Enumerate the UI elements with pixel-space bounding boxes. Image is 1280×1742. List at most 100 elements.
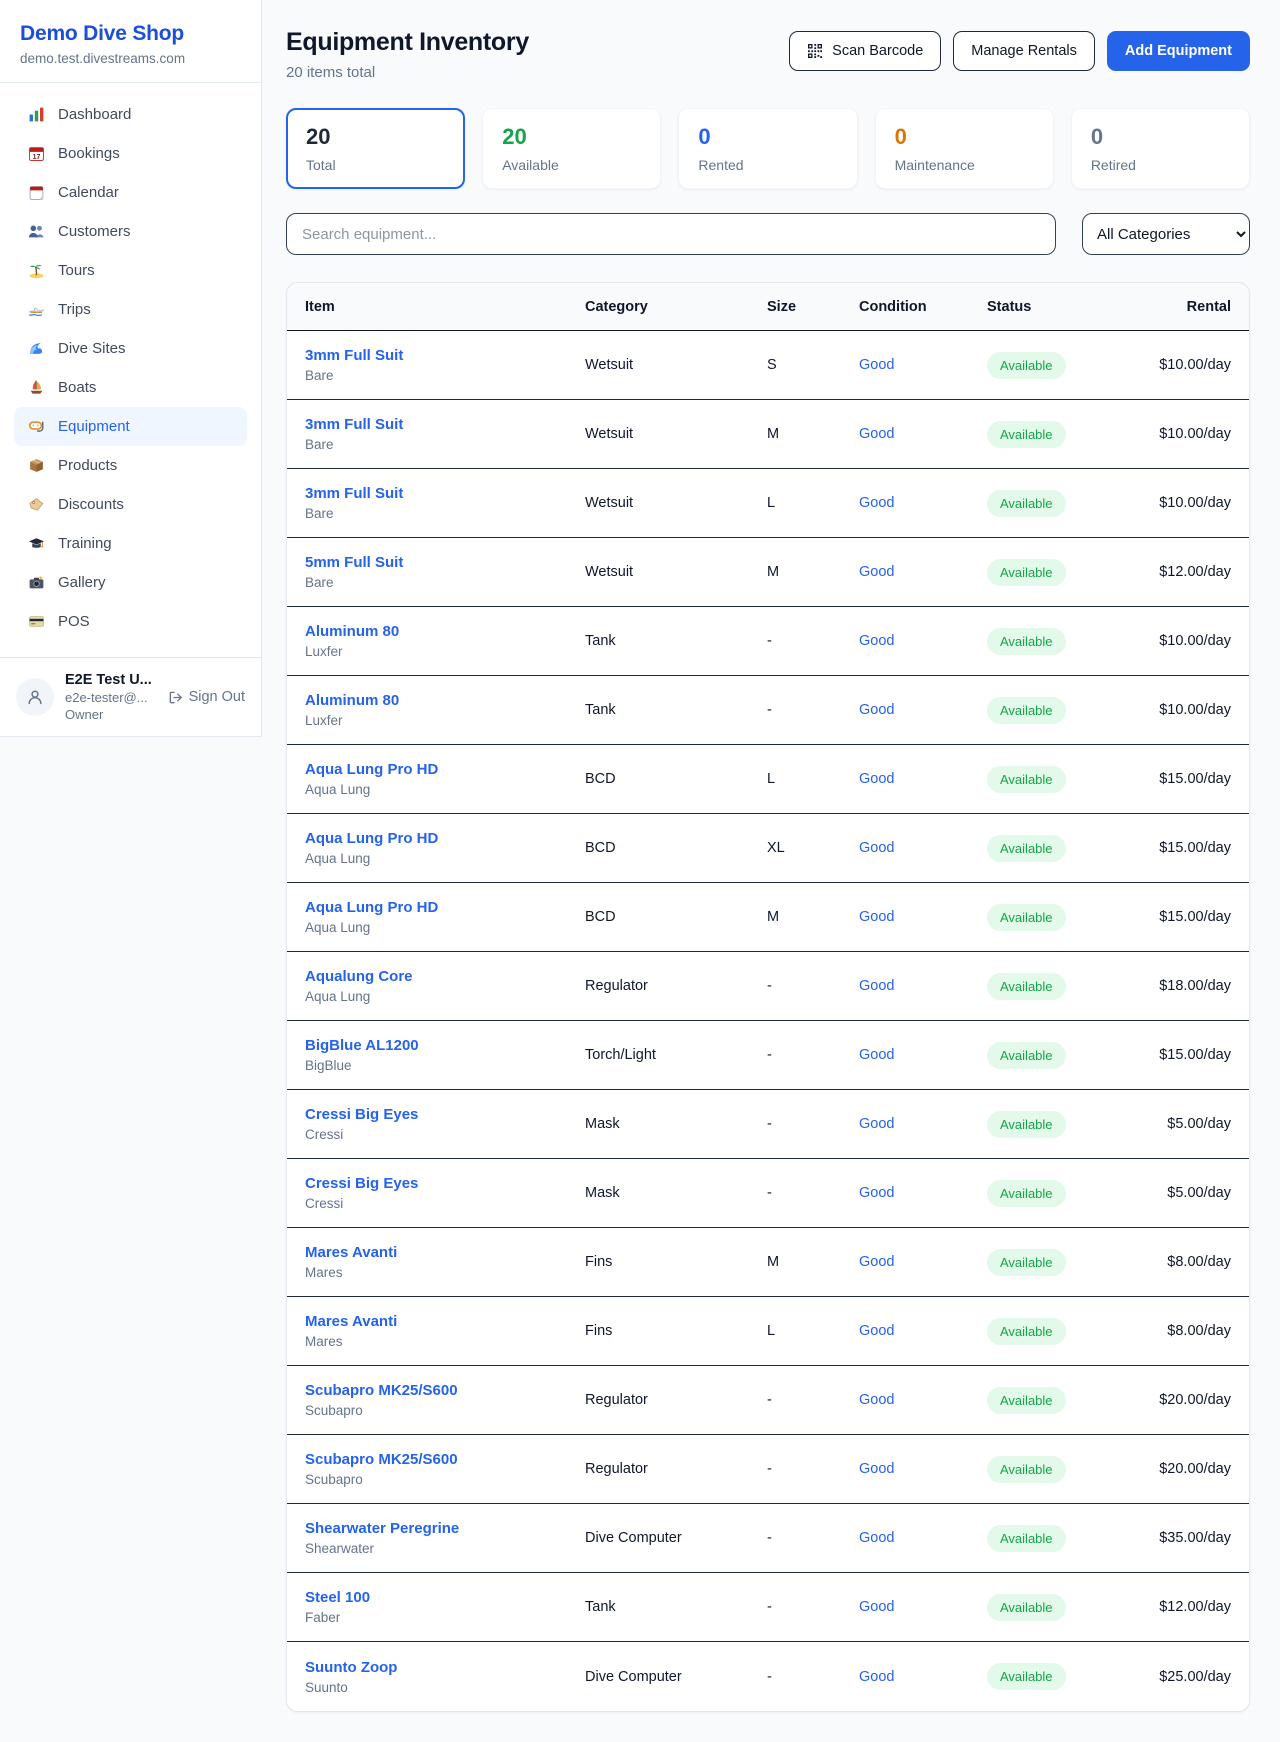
condition-link[interactable]: Good bbox=[859, 702, 894, 718]
item-name-link[interactable]: BigBlue AL1200 bbox=[305, 1037, 585, 1054]
condition-link[interactable]: Good bbox=[859, 426, 894, 442]
table-row[interactable]: 3mm Full Suit Bare Wetsuit M Good Availa… bbox=[287, 400, 1249, 469]
condition-link[interactable]: Good bbox=[859, 1323, 894, 1339]
item-name-link[interactable]: 3mm Full Suit bbox=[305, 416, 585, 433]
condition-link[interactable]: Good bbox=[859, 357, 894, 373]
item-category: Mask bbox=[585, 1185, 767, 1201]
condition-link[interactable]: Good bbox=[859, 1599, 894, 1615]
table-row[interactable]: Mares Avanti Mares Fins M Good Available… bbox=[287, 1228, 1249, 1297]
item-name-link[interactable]: 3mm Full Suit bbox=[305, 485, 585, 502]
table-row[interactable]: Mares Avanti Mares Fins L Good Available… bbox=[287, 1297, 1249, 1366]
sidebar-item-dashboard[interactable]: Dashboard bbox=[14, 95, 247, 134]
condition-link[interactable]: Good bbox=[859, 840, 894, 856]
sidebar-item-tours[interactable]: Tours bbox=[14, 251, 247, 290]
table-row[interactable]: Shearwater Peregrine Shearwater Dive Com… bbox=[287, 1504, 1249, 1573]
item-name-link[interactable]: Aqua Lung Pro HD bbox=[305, 899, 585, 916]
table-row[interactable]: 3mm Full Suit Bare Wetsuit L Good Availa… bbox=[287, 469, 1249, 538]
table-row[interactable]: Suunto Zoop Suunto Dive Computer - Good … bbox=[287, 1642, 1249, 1711]
condition-link[interactable]: Good bbox=[859, 1461, 894, 1477]
condition-link[interactable]: Good bbox=[859, 1530, 894, 1546]
table-row[interactable]: 3mm Full Suit Bare Wetsuit S Good Availa… bbox=[287, 331, 1249, 400]
condition-link[interactable]: Good bbox=[859, 1669, 894, 1685]
scan-barcode-button[interactable]: Scan Barcode bbox=[789, 31, 941, 71]
condition-link[interactable]: Good bbox=[859, 978, 894, 994]
item-name-link[interactable]: Aqualung Core bbox=[305, 968, 585, 985]
item-rental-price: $10.00/day bbox=[1113, 633, 1231, 649]
item-name-link[interactable]: Scubapro MK25/S600 bbox=[305, 1451, 585, 1468]
table-row[interactable]: Cressi Big Eyes Cressi Mask - Good Avail… bbox=[287, 1090, 1249, 1159]
sidebar-item-training[interactable]: Training bbox=[14, 524, 247, 563]
sidebar-item-discounts[interactable]: Discounts bbox=[14, 485, 247, 524]
stat-card-maintenance[interactable]: 0 Maintenance bbox=[875, 108, 1054, 189]
item-category: Tank bbox=[585, 1599, 767, 1615]
item-name-link[interactable]: 5mm Full Suit bbox=[305, 554, 585, 571]
table-header-row: Item Category Size Condition Status Rent… bbox=[287, 283, 1249, 331]
condition-link[interactable]: Good bbox=[859, 909, 894, 925]
item-size: - bbox=[767, 1185, 859, 1201]
table-row[interactable]: Scubapro MK25/S600 Scubapro Regulator - … bbox=[287, 1366, 1249, 1435]
item-category: BCD bbox=[585, 771, 767, 787]
manage-rentals-button[interactable]: Manage Rentals bbox=[953, 31, 1095, 71]
stat-card-available[interactable]: 20 Available bbox=[482, 108, 661, 189]
sidebar-item-equipment[interactable]: Equipment bbox=[14, 407, 247, 446]
sidebar-item-trips[interactable]: Trips bbox=[14, 290, 247, 329]
stat-card-retired[interactable]: 0 Retired bbox=[1071, 108, 1250, 189]
status-badge: Available bbox=[987, 1111, 1066, 1138]
item-name-link[interactable]: Cressi Big Eyes bbox=[305, 1175, 585, 1192]
table-row[interactable]: BigBlue AL1200 BigBlue Torch/Light - Goo… bbox=[287, 1021, 1249, 1090]
sidebar-item-pos[interactable]: POS bbox=[14, 602, 247, 641]
table-row[interactable]: Aqua Lung Pro HD Aqua Lung BCD M Good Av… bbox=[287, 883, 1249, 952]
table-row[interactable]: 5mm Full Suit Bare Wetsuit M Good Availa… bbox=[287, 538, 1249, 607]
sidebar-item-dive-sites[interactable]: Dive Sites bbox=[14, 329, 247, 368]
item-brand: Mares bbox=[305, 1334, 585, 1349]
condition-link[interactable]: Good bbox=[859, 1254, 894, 1270]
item-name-link[interactable]: Cressi Big Eyes bbox=[305, 1106, 585, 1123]
condition-link[interactable]: Good bbox=[859, 495, 894, 511]
sidebar-item-boats[interactable]: Boats bbox=[14, 368, 247, 407]
sign-out-button[interactable]: Sign Out bbox=[168, 689, 245, 705]
item-rental-price: $12.00/day bbox=[1113, 1599, 1231, 1615]
stat-card-total[interactable]: 20 Total bbox=[286, 108, 465, 189]
item-name-link[interactable]: Aluminum 80 bbox=[305, 623, 585, 640]
item-name-link[interactable]: Steel 100 bbox=[305, 1589, 585, 1606]
stat-label-maintenance: Maintenance bbox=[895, 157, 1034, 173]
item-brand: Scubapro bbox=[305, 1403, 585, 1418]
item-name-link[interactable]: 3mm Full Suit bbox=[305, 347, 585, 364]
table-row[interactable]: Aluminum 80 Luxfer Tank - Good Available… bbox=[287, 607, 1249, 676]
condition-link[interactable]: Good bbox=[859, 564, 894, 580]
item-name-link[interactable]: Aqua Lung Pro HD bbox=[305, 830, 585, 847]
condition-link[interactable]: Good bbox=[859, 633, 894, 649]
table-row[interactable]: Aqualung Core Aqua Lung Regulator - Good… bbox=[287, 952, 1249, 1021]
item-name-link[interactable]: Scubapro MK25/S600 bbox=[305, 1382, 585, 1399]
add-equipment-button[interactable]: Add Equipment bbox=[1107, 31, 1250, 71]
table-row[interactable]: Aqua Lung Pro HD Aqua Lung BCD L Good Av… bbox=[287, 745, 1249, 814]
item-name-link[interactable]: Shearwater Peregrine bbox=[305, 1520, 585, 1537]
condition-link[interactable]: Good bbox=[859, 1392, 894, 1408]
condition-link[interactable]: Good bbox=[859, 1185, 894, 1201]
category-filter-select[interactable]: All Categories bbox=[1082, 213, 1250, 255]
condition-link[interactable]: Good bbox=[859, 1116, 894, 1132]
table-row[interactable]: Scubapro MK25/S600 Scubapro Regulator - … bbox=[287, 1435, 1249, 1504]
stat-card-rented[interactable]: 0 Rented bbox=[678, 108, 857, 189]
item-name-link[interactable]: Mares Avanti bbox=[305, 1313, 585, 1330]
condition-link[interactable]: Good bbox=[859, 771, 894, 787]
item-rental-price: $20.00/day bbox=[1113, 1392, 1231, 1408]
item-name-link[interactable]: Suunto Zoop bbox=[305, 1659, 585, 1676]
table-row[interactable]: Cressi Big Eyes Cressi Mask - Good Avail… bbox=[287, 1159, 1249, 1228]
item-name-link[interactable]: Aluminum 80 bbox=[305, 692, 585, 709]
status-badge: Available bbox=[987, 628, 1066, 655]
sidebar-item-calendar[interactable]: Calendar bbox=[14, 173, 247, 212]
sidebar-item-gallery[interactable]: Gallery bbox=[14, 563, 247, 602]
people-icon bbox=[28, 223, 45, 240]
item-name-link[interactable]: Mares Avanti bbox=[305, 1244, 585, 1261]
table-row[interactable]: Aqua Lung Pro HD Aqua Lung BCD XL Good A… bbox=[287, 814, 1249, 883]
sidebar-item-customers[interactable]: Customers bbox=[14, 212, 247, 251]
table-row[interactable]: Aluminum 80 Luxfer Tank - Good Available… bbox=[287, 676, 1249, 745]
shop-name[interactable]: Demo Dive Shop bbox=[20, 22, 241, 46]
item-name-link[interactable]: Aqua Lung Pro HD bbox=[305, 761, 585, 778]
condition-link[interactable]: Good bbox=[859, 1047, 894, 1063]
search-input[interactable] bbox=[286, 213, 1056, 255]
sidebar-item-bookings[interactable]: 17 Bookings bbox=[14, 134, 247, 173]
table-row[interactable]: Steel 100 Faber Tank - Good Available $1… bbox=[287, 1573, 1249, 1642]
sidebar-item-products[interactable]: Products bbox=[14, 446, 247, 485]
